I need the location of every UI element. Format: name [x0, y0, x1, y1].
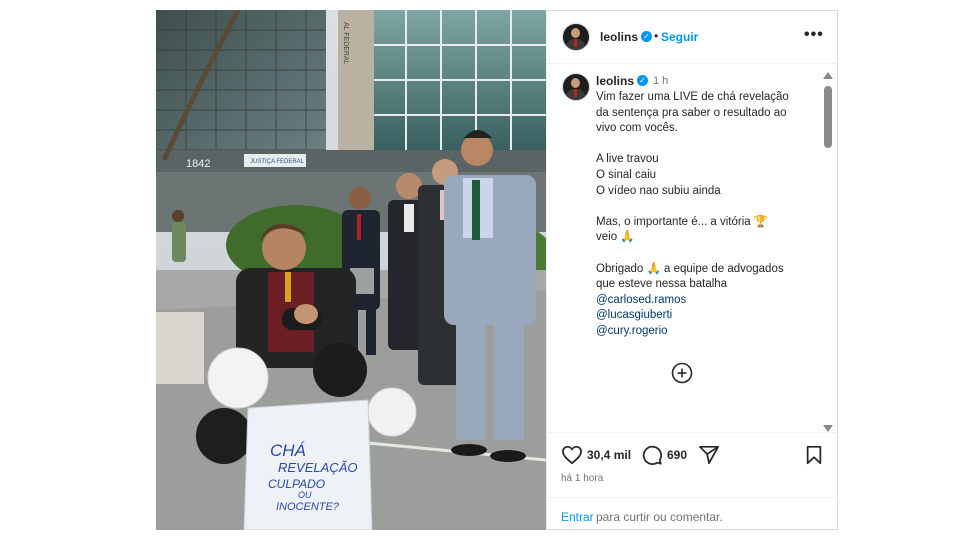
more-icon[interactable]: ••• [804, 26, 824, 44]
caption-line: da sentença pra saber o resultado ao [596, 106, 787, 119]
add-circle-icon[interactable] [671, 362, 693, 384]
follow-button[interactable]: Seguir [661, 30, 698, 44]
add-comment-bar: Entrar para curtir ou comentar. [547, 497, 838, 532]
scrollbar-thumb[interactable] [824, 86, 832, 148]
box-text-cha: CHÁ [270, 441, 306, 460]
header-username[interactable]: leolins [600, 30, 638, 44]
heart-icon[interactable] [561, 445, 583, 470]
bookmark-icon[interactable] [805, 445, 823, 470]
caption-line [596, 137, 806, 153]
caption-avatar[interactable] [562, 73, 590, 101]
caption-line: Obrigado 🙏 a equipe de advogados [596, 262, 784, 275]
photo-illustration: AL FEDERAL 1842 JUSTIÇA FEDERAL CHÁ REVE… [156, 10, 546, 530]
caption-line: Vim fazer uma LIVE de chá revelação [596, 91, 789, 103]
caption-line [596, 199, 806, 215]
post-photo[interactable]: AL FEDERAL 1842 JUSTIÇA FEDERAL CHÁ REVE… [156, 10, 546, 530]
caption-line [596, 246, 806, 262]
caption-line: O sinal caiu [596, 168, 657, 181]
avatar[interactable] [562, 23, 590, 51]
scrollbar[interactable] [822, 72, 834, 432]
post-actions: 30,4 mil 690 há 1 hora Entrar para curti… [547, 432, 838, 531]
caption-username[interactable]: leolins [596, 74, 634, 88]
header-separator: • [654, 29, 659, 43]
share-icon[interactable] [698, 445, 720, 470]
scroll-up-arrow[interactable] [823, 72, 833, 79]
mention-link[interactable]: @lucasgiuberti [596, 308, 806, 324]
box-text-inocente: INOCENTE? [276, 501, 340, 513]
likes-count[interactable]: 30,4 mil [587, 448, 631, 462]
posted-time[interactable]: há 1 hora [561, 473, 603, 484]
comments-area[interactable]: leolins ✓ 1 h Vim fazer uma LIVE de chá … [547, 64, 838, 432]
caption-line: O vídeo nao subiu ainda [596, 184, 721, 197]
mention-link[interactable]: @cury.rogerio [596, 324, 806, 340]
caption-line: Mas, o importante é... a vitória 🏆 [596, 215, 769, 228]
caption-text: Vim fazer uma LIVE de chá revelação da s… [596, 90, 806, 340]
caption-verified-icon: ✓ [637, 75, 648, 86]
box-text-ou: OU [298, 490, 312, 500]
caption-line: veio 🙏 [596, 231, 635, 244]
caption-line: A live travou [596, 153, 659, 166]
caption-time[interactable]: 1 h [653, 75, 668, 87]
caption-line: que esteve nessa batalha [596, 278, 728, 291]
box-text-culpado: CULPADO [268, 477, 325, 491]
post-header: leolins ✓ • Seguir ••• [547, 10, 838, 64]
post-side-panel: leolins ✓ • Seguir ••• leolins ✓ 1 h Vim… [546, 10, 838, 530]
comments-count[interactable]: 690 [667, 448, 687, 462]
building-facade-text: AL FEDERAL [342, 22, 349, 65]
scroll-down-arrow[interactable] [823, 425, 833, 432]
box-text-revelacao: REVELAÇÃO [278, 460, 357, 475]
building-number: 1842 [186, 158, 210, 170]
verified-icon: ✓ [641, 31, 652, 42]
comment-icon[interactable] [641, 444, 663, 471]
mention-link[interactable]: @carlosed.ramos [596, 293, 806, 309]
add-comment-prompt: para curtir ou comentar. [596, 510, 723, 524]
login-link[interactable]: Entrar [561, 510, 594, 524]
caption-line: vivo com vocês. [596, 122, 678, 135]
building-sign: JUSTIÇA FEDERAL [250, 159, 305, 165]
